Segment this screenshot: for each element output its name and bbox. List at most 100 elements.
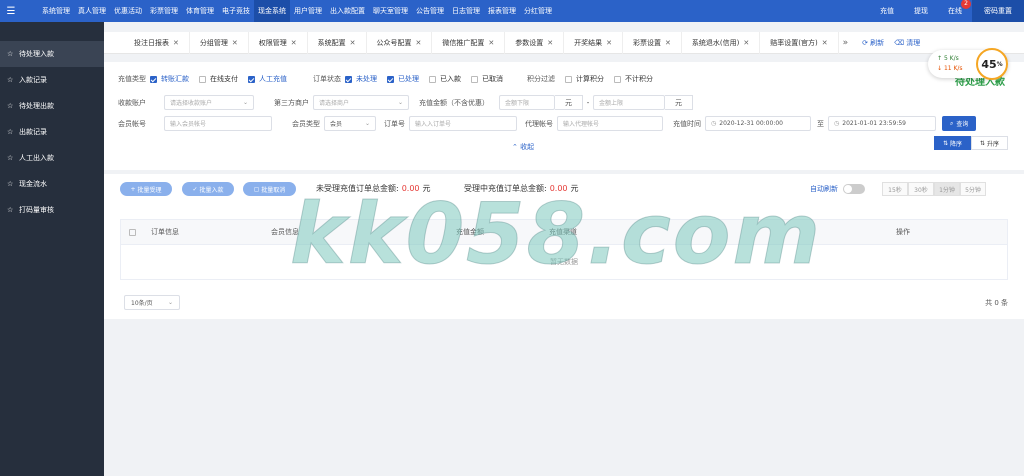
close-icon[interactable]: ✕	[665, 39, 671, 47]
sidebar-item-pending-deposit[interactable]: ☆ 待处理入款	[0, 41, 104, 67]
top-menu-item[interactable]: 用户管理	[290, 0, 326, 22]
top-menu-item[interactable]: 彩票管理	[146, 0, 182, 22]
end-time-input[interactable]: ◷ 2021-01-01 23:59:59	[828, 116, 936, 131]
checkbox[interactable]	[248, 75, 255, 83]
close-icon[interactable]: ✕	[291, 39, 297, 47]
tab-label: 公众号配置	[376, 38, 412, 47]
top-menu-item[interactable]: 出入款配置	[326, 0, 369, 22]
unaccepted-value: 0.00	[401, 184, 420, 193]
top-menu-item[interactable]: 真人管理	[74, 0, 110, 22]
checkbox[interactable]	[614, 75, 621, 83]
order-status-option[interactable]: 已取消	[471, 74, 503, 84]
interval-option-selected[interactable]: 1分钟	[934, 182, 960, 196]
auto-refresh-toggle[interactable]	[843, 184, 865, 194]
top-menu-item[interactable]: 体育管理	[182, 0, 218, 22]
sidebar-item-deposit-records[interactable]: ☆ 入款记录	[0, 67, 104, 93]
amount-min-input[interactable]: 金额下限	[499, 95, 555, 110]
top-menu-item[interactable]: 报表管理	[484, 0, 520, 22]
page-size-select[interactable]: 10条/页	[124, 295, 180, 310]
sidebar-item-withdraw-records[interactable]: ☆ 出款记录	[0, 119, 104, 145]
refresh-button[interactable]: ⟳ 刷新	[862, 38, 884, 48]
sort-desc-button[interactable]: ⇅ 降序	[934, 136, 972, 150]
close-icon[interactable]: ✕	[232, 39, 238, 47]
recharge-link[interactable]: 充值	[870, 0, 904, 22]
interval-option[interactable]: 30秒	[908, 182, 934, 196]
select-all-checkbox[interactable]	[129, 229, 136, 236]
tabs-more-icon[interactable]: »	[839, 38, 853, 48]
sidebar-item-bet-audit[interactable]: ☆ 打码量审核	[0, 197, 104, 223]
recharge-type-option[interactable]: 人工充值	[248, 74, 287, 84]
top-menu-item[interactable]: 分红管理	[520, 0, 556, 22]
amount-max-input[interactable]: 金额上限	[593, 95, 665, 110]
close-icon[interactable]: ✕	[822, 39, 828, 47]
menu-icon[interactable]: ☰	[0, 0, 22, 22]
tab-item[interactable]: 权限管理 ✕	[249, 31, 308, 54]
top-menu-item[interactable]: 系统管理	[38, 0, 74, 22]
option-label: 已入款	[440, 75, 461, 83]
top-menu-item[interactable]: 电子竞技	[218, 0, 254, 22]
points-option[interactable]: 计算积分	[565, 74, 604, 84]
accepting-label: 受理中充值订单总金额:	[464, 184, 547, 193]
close-icon[interactable]: ✕	[416, 39, 422, 47]
tab-item[interactable]: 微信推广配置 ✕	[432, 31, 506, 54]
tab-item[interactable]: 公众号配置 ✕	[367, 31, 433, 54]
top-menu-item[interactable]: 日志管理	[448, 0, 484, 22]
top-menu-item[interactable]: 优惠活动	[110, 0, 146, 22]
checkbox[interactable]	[387, 75, 394, 83]
sidebar-item-cash-flow[interactable]: ☆ 现金流水	[0, 171, 104, 197]
order-status-option[interactable]: 已处理	[387, 74, 419, 84]
clean-button[interactable]: ⌫ 清理	[894, 38, 920, 48]
query-button[interactable]: ⌕ 查询	[942, 116, 977, 131]
tab-item[interactable]: 彩票设置 ✕	[623, 31, 682, 54]
checkbox[interactable]	[150, 75, 157, 83]
reset-password-button[interactable]: 密码重置	[972, 0, 1024, 22]
points-option[interactable]: 不计积分	[614, 74, 653, 84]
start-time-input[interactable]: ◷ 2020-12-31 00:00:00	[705, 116, 811, 131]
tab-item[interactable]: 系统退水(信用) ✕	[682, 31, 761, 54]
order-status-option[interactable]: 已入款	[429, 74, 461, 84]
batch-cancel-label: 批量取消	[261, 186, 286, 194]
order-status-option[interactable]: 未处理	[345, 74, 377, 84]
tab-item[interactable]: 赔率设置(官方) ✕	[760, 31, 839, 54]
batch-deposit-button[interactable]: ✓ 批量入款	[182, 182, 234, 196]
tab-item[interactable]: 开奖结果 ✕	[564, 31, 623, 54]
close-icon[interactable]: ✕	[350, 39, 356, 47]
top-menu-item[interactable]: 聊天室管理	[369, 0, 412, 22]
member-type-select[interactable]: 会员	[324, 116, 376, 131]
close-icon[interactable]: ✕	[743, 39, 749, 47]
member-account-input[interactable]: 输入会员帐号	[164, 116, 272, 131]
withdraw-link[interactable]: 提现	[904, 0, 938, 22]
batch-accept-button[interactable]: + 批量受理	[120, 182, 172, 196]
tab-item[interactable]: 参数设置 ✕	[505, 31, 565, 54]
tab-item[interactable]: 系统配置 ✕	[308, 31, 367, 54]
tab-item[interactable]: 分组管理 ✕	[190, 31, 249, 54]
interval-option[interactable]: 15秒	[882, 182, 908, 196]
interval-option[interactable]: 5分钟	[960, 182, 986, 196]
batch-cancel-button[interactable]: ▢ 批量取消	[243, 182, 296, 196]
sidebar-item-manual[interactable]: ☆ 人工出入款	[0, 145, 104, 171]
receive-account-select[interactable]: 请选择收款账户	[164, 95, 254, 110]
close-icon[interactable]: ✕	[488, 39, 494, 47]
checkbox[interactable]	[471, 75, 478, 83]
close-icon[interactable]: ✕	[173, 39, 179, 47]
top-menu-item-active[interactable]: 现金系统	[254, 0, 290, 22]
recharge-type-option[interactable]: 在线支付	[199, 74, 238, 84]
recharge-type-option[interactable]: 转账汇款	[150, 74, 189, 84]
checkbox[interactable]	[199, 75, 206, 83]
checkbox[interactable]	[429, 75, 436, 83]
top-menu-item[interactable]: 公告管理	[412, 0, 448, 22]
star-icon: ☆	[7, 206, 14, 214]
agent-account-input[interactable]: 输入代理帐号	[557, 116, 663, 131]
collapse-toggle[interactable]: ⌃ 收起	[512, 142, 534, 152]
tab-item[interactable]: 投注日报表 ✕	[124, 31, 190, 54]
sidebar-item-pending-withdraw[interactable]: ☆ 待处理出款	[0, 93, 104, 119]
checkbox[interactable]	[345, 75, 352, 83]
online-link[interactable]: 在线 2	[938, 0, 972, 22]
third-party-select[interactable]: 请选择商户	[313, 95, 409, 110]
close-icon[interactable]: ✕	[606, 39, 612, 47]
close-icon[interactable]: ✕	[547, 39, 553, 47]
order-no-input[interactable]: 输入入订单号	[409, 116, 517, 131]
sort-asc-button[interactable]: ⇅ 升序	[971, 136, 1008, 150]
checkbox[interactable]	[565, 75, 572, 83]
usage-percent-circle[interactable]: 45%	[976, 48, 1008, 80]
